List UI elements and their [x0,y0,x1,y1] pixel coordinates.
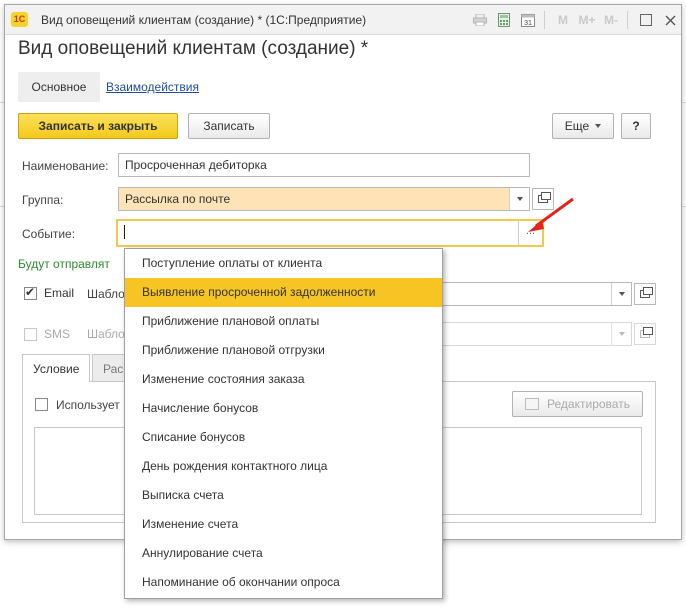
sms-template-field[interactable] [440,322,632,346]
print-icon[interactable] [469,9,491,31]
edit-icon [525,398,540,410]
tab-main[interactable]: Основное [18,72,100,102]
email-template-open-button[interactable] [634,283,656,305]
memory-m-icon[interactable]: M [552,9,574,31]
dropdown-item-selected[interactable]: Выявление просроченной задолженности [125,278,442,307]
dropdown-item[interactable]: Приближение плановой отгрузки [125,336,442,365]
help-button[interactable]: ? [621,113,651,139]
dropdown-item[interactable]: Аннулирование счета [125,539,442,568]
edit-button[interactable]: Редактировать [512,391,643,417]
use-condition-label: Использует [56,398,120,412]
group-field[interactable]: Рассылка по почте [118,187,530,211]
dropdown-item[interactable]: Списание бонусов [125,423,442,452]
memory-mminus-icon[interactable]: M- [600,9,622,31]
sms-template-dropdown[interactable] [611,323,631,345]
sms-checkbox[interactable] [24,328,37,341]
close-icon[interactable] [659,9,681,31]
email-template-field[interactable] [440,282,632,306]
red-arrow-annotation [528,197,574,232]
email-checkbox[interactable] [24,285,37,300]
calculator-icon[interactable] [493,9,515,31]
more-button[interactable]: Еще [552,113,614,139]
name-value: Просроченная дебиторка [125,158,267,172]
sms-label: SMS [44,327,71,341]
chevron-down-icon [618,332,625,336]
help-label: ? [632,119,640,133]
name-field[interactable]: Просроченная дебиторка [118,153,530,177]
save-button[interactable]: Записать [188,113,270,139]
minimize-icon[interactable] [635,9,657,31]
dropdown-item[interactable]: Начисление бонусов [125,394,442,423]
event-dropdown-list: Поступление оплаты от клиента Выявление … [124,248,443,599]
save-and-close-label: Записать и закрыть [38,119,158,133]
sms-template-open-button[interactable] [634,323,656,345]
event-field[interactable]: ... [116,219,544,247]
save-label: Записать [203,119,255,133]
toolbar-separator [544,11,545,29]
app-logo-icon: 1С [11,12,28,27]
send-section-heading: Будут отправлят [18,257,110,271]
save-and-close-button[interactable]: Записать и закрыть [18,113,178,139]
open-icon [640,287,653,298]
more-label: Еще [564,119,590,133]
toolbar-separator [627,11,628,29]
dropdown-item[interactable]: Выписка счета [125,481,442,510]
form-title: Вид оповещений клиентам (создание) * [18,38,369,59]
group-value: Рассылка по почте [125,192,231,206]
chevron-down-icon [595,124,602,128]
use-condition-checkbox[interactable] [35,398,48,411]
dropdown-item[interactable]: Поступление оплаты от клиента [125,249,442,278]
calendar-day: 31 [524,20,532,27]
dropdown-item[interactable]: День рождения контактного лица [125,452,442,481]
email-label: Email [44,286,75,300]
edit-label: Редактировать [547,397,630,411]
window-title: Вид оповещений клиентам (создание) * (1С… [41,13,367,27]
memory-mplus-icon[interactable]: M+ [576,9,598,31]
name-label: Наименование: [22,159,109,173]
tab-condition[interactable]: Условие [22,354,91,382]
tab-interactions[interactable]: Взаимодействия [106,80,199,94]
email-template-label: Шабло [87,287,125,301]
dropdown-item[interactable]: Изменение счета [125,510,442,539]
title-bar-tools: 31 M M+ M- [467,5,681,35]
sms-template-label: Шабло [87,327,125,341]
open-icon [640,327,653,338]
dropdown-item[interactable]: Изменение состояния заказа [125,365,442,394]
group-label: Группа: [22,193,64,207]
chevron-down-icon [618,292,625,296]
text-cursor [124,225,125,239]
calendar-icon[interactable]: 31 [517,9,539,31]
event-label: Событие: [22,227,76,241]
dropdown-item[interactable]: Приближение плановой оплаты [125,307,442,336]
title-bar: 1С Вид оповещений клиентам (создание) * … [5,5,681,35]
email-template-dropdown[interactable] [611,283,631,305]
dropdown-item[interactable]: Напоминание об окончании опроса [125,568,442,597]
